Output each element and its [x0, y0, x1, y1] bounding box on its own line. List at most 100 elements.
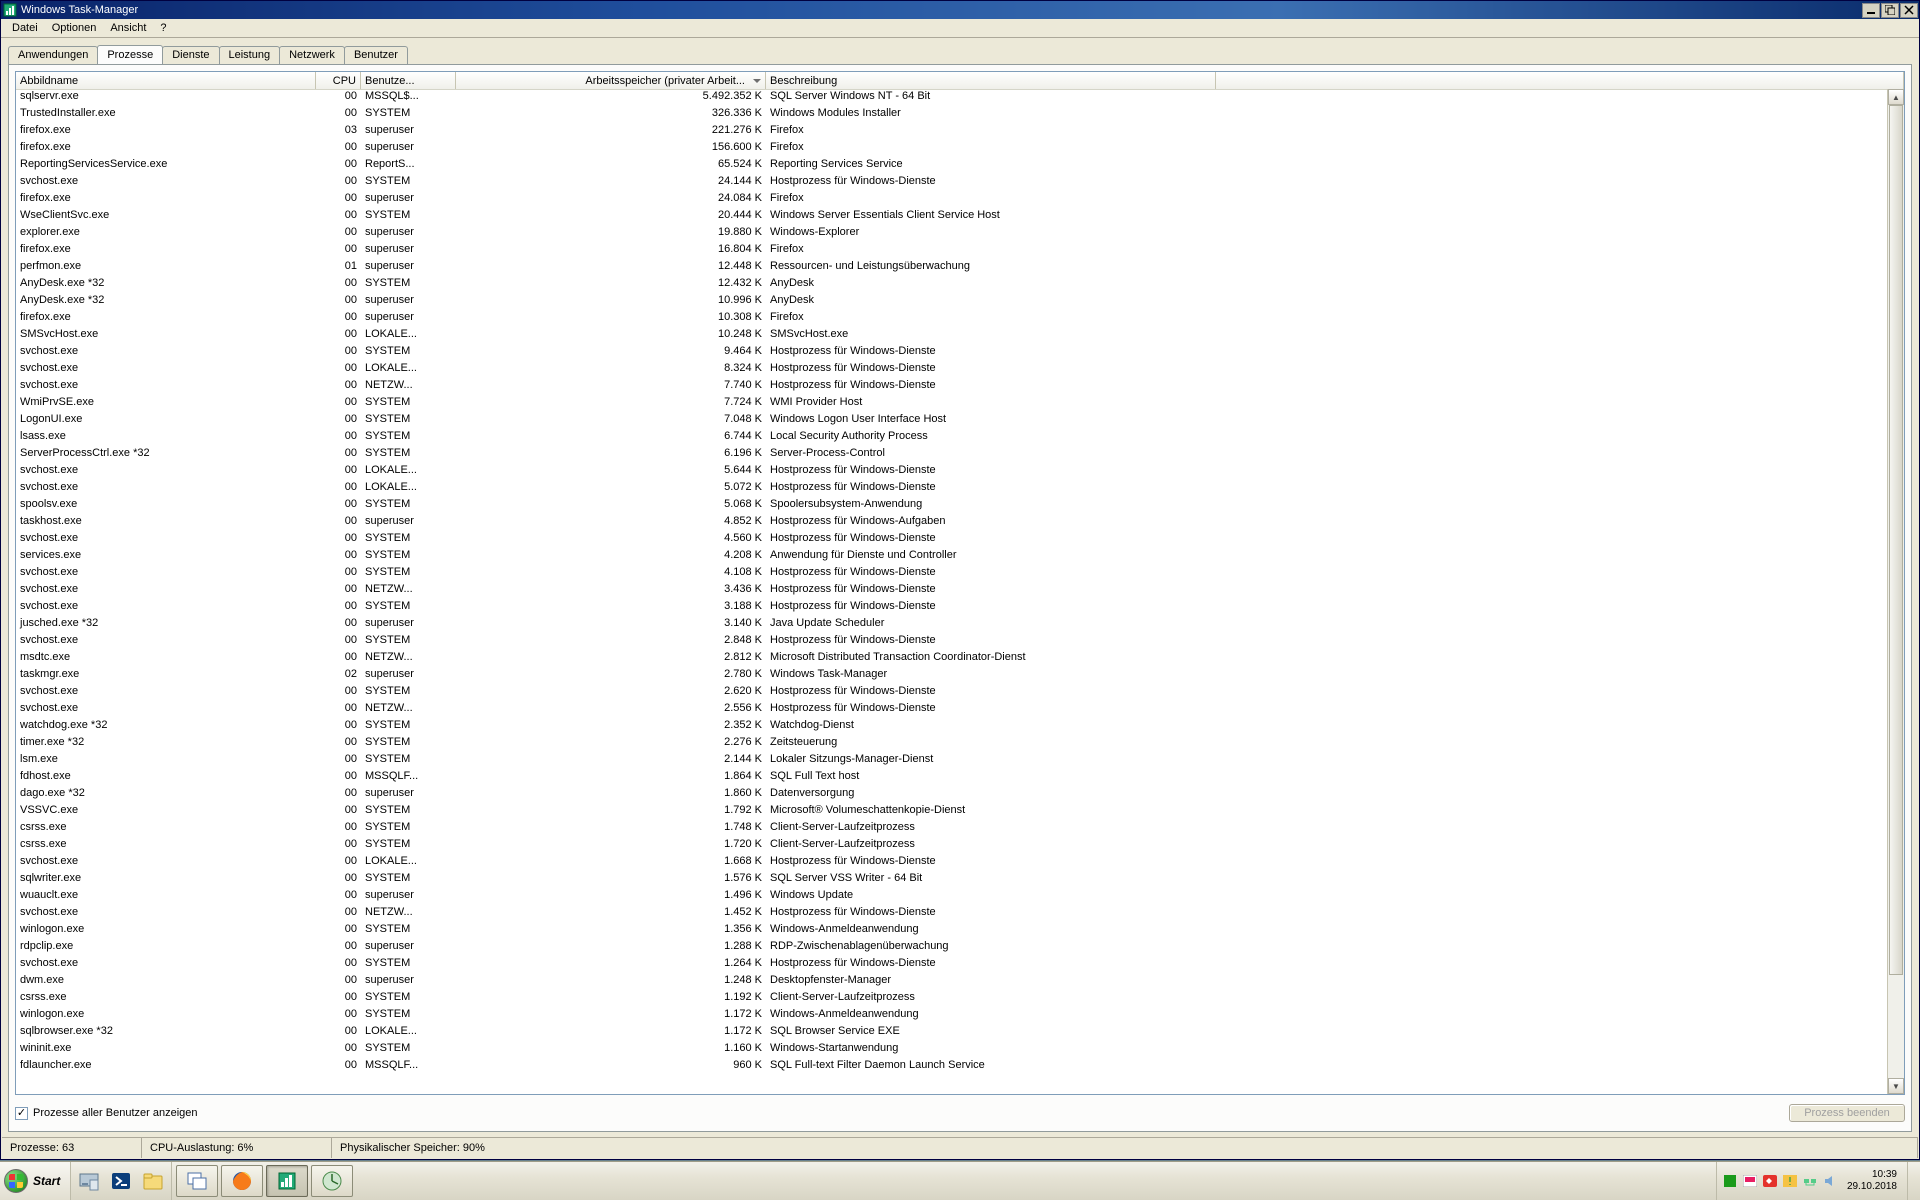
menu-options[interactable]: Optionen — [45, 21, 104, 35]
close-button[interactable] — [1900, 3, 1918, 18]
table-row[interactable]: svchost.exe00LOKALE...5.072 KHostprozess… — [16, 480, 1888, 497]
table-row[interactable]: svchost.exe00LOKALE...1.668 KHostprozess… — [16, 854, 1888, 871]
table-row[interactable]: LogonUI.exe00SYSTEM7.048 KWindows Logon … — [16, 412, 1888, 429]
table-row[interactable]: firefox.exe00superuser16.804 KFirefox — [16, 242, 1888, 259]
table-row[interactable]: svchost.exe00SYSTEM4.108 KHostprozess fü… — [16, 565, 1888, 582]
table-row[interactable]: firefox.exe00superuser156.600 KFirefox — [16, 140, 1888, 157]
table-row[interactable]: svchost.exe00NETZW...1.452 KHostprozess … — [16, 905, 1888, 922]
table-row[interactable]: spoolsv.exe00SYSTEM5.068 KSpoolersubsyst… — [16, 497, 1888, 514]
table-row[interactable]: svchost.exe00SYSTEM2.620 KHostprozess fü… — [16, 684, 1888, 701]
table-row[interactable]: lsm.exe00SYSTEM2.144 KLokaler Sitzungs-M… — [16, 752, 1888, 769]
table-row[interactable]: svchost.exe00NETZW...7.740 KHostprozess … — [16, 378, 1888, 395]
table-row[interactable]: wininit.exe00SYSTEM1.160 KWindows-Starta… — [16, 1041, 1888, 1058]
start-button[interactable]: Start — [0, 1162, 71, 1200]
table-row[interactable]: sqlbrowser.exe *3200LOKALE...1.172 KSQL … — [16, 1024, 1888, 1041]
table-row[interactable]: taskmgr.exe02superuser2.780 KWindows Tas… — [16, 667, 1888, 684]
table-row[interactable]: svchost.exe00SYSTEM24.144 KHostprozess f… — [16, 174, 1888, 191]
table-row[interactable]: winlogon.exe00SYSTEM1.172 KWindows-Anmel… — [16, 1007, 1888, 1024]
tab-netzwerk[interactable]: Netzwerk — [279, 46, 345, 65]
table-row[interactable]: svchost.exe00LOKALE...5.644 KHostprozess… — [16, 463, 1888, 480]
menu-help[interactable]: ? — [153, 21, 173, 35]
table-row[interactable]: ReportingServicesService.exe00ReportS...… — [16, 157, 1888, 174]
process-list[interactable]: Abbildname CPU Benutze... Arbeitsspeiche… — [15, 71, 1905, 1095]
table-row[interactable]: dago.exe *3200superuser1.860 KDatenverso… — [16, 786, 1888, 803]
title-bar[interactable]: Windows Task-Manager — [1, 1, 1919, 19]
scroll-up-button[interactable]: ▲ — [1888, 89, 1904, 105]
table-row[interactable]: taskhost.exe00superuser4.852 KHostprozes… — [16, 514, 1888, 531]
table-row[interactable]: rdpclip.exe00superuser1.288 KRDP-Zwische… — [16, 939, 1888, 956]
col-name[interactable]: Abbildname — [16, 72, 316, 89]
col-cpu[interactable]: CPU — [316, 72, 361, 89]
table-row[interactable]: svchost.exe00LOKALE...8.324 KHostprozess… — [16, 361, 1888, 378]
col-description[interactable]: Beschreibung — [766, 72, 1216, 89]
table-row[interactable]: winlogon.exe00SYSTEM1.356 KWindows-Anmel… — [16, 922, 1888, 939]
table-row[interactable]: msdtc.exe00NETZW...2.812 KMicrosoft Dist… — [16, 650, 1888, 667]
table-row[interactable]: ServerProcessCtrl.exe *3200SYSTEM6.196 K… — [16, 446, 1888, 463]
col-memory[interactable]: Arbeitsspeicher (privater Arbeit... — [456, 72, 766, 89]
table-row[interactable]: firefox.exe03superuser221.276 KFirefox — [16, 123, 1888, 140]
table-row[interactable]: perfmon.exe01superuser12.448 KRessourcen… — [16, 259, 1888, 276]
table-row[interactable]: AnyDesk.exe *3200SYSTEM12.432 KAnyDesk — [16, 276, 1888, 293]
table-row[interactable]: AnyDesk.exe *3200superuser10.996 KAnyDes… — [16, 293, 1888, 310]
show-all-users-checkbox[interactable]: ✓ Prozesse aller Benutzer anzeigen — [15, 1107, 197, 1120]
table-row[interactable]: TrustedInstaller.exe00SYSTEM326.336 KWin… — [16, 106, 1888, 123]
table-row[interactable]: firefox.exe00superuser10.308 KFirefox — [16, 310, 1888, 327]
tab-leistung[interactable]: Leistung — [219, 46, 281, 65]
tab-dienste[interactable]: Dienste — [162, 46, 219, 65]
table-row[interactable]: jusched.exe *3200superuser3.140 KJava Up… — [16, 616, 1888, 633]
quick-launch-server-manager[interactable] — [75, 1166, 103, 1196]
scroll-down-button[interactable]: ▼ — [1888, 1078, 1904, 1094]
table-row[interactable]: WseClientSvc.exe00SYSTEM20.444 KWindows … — [16, 208, 1888, 225]
table-row[interactable]: services.exe00SYSTEM4.208 KAnwendung für… — [16, 548, 1888, 565]
tray-flag-icon[interactable] — [1743, 1174, 1757, 1188]
table-row[interactable]: svchost.exe00NETZW...2.556 KHostprozess … — [16, 701, 1888, 718]
table-row[interactable]: dwm.exe00superuser1.248 KDesktopfenster-… — [16, 973, 1888, 990]
tray-volume-icon[interactable] — [1823, 1174, 1837, 1188]
table-row[interactable]: firefox.exe00superuser24.084 KFirefox — [16, 191, 1888, 208]
maximize-button[interactable] — [1881, 3, 1899, 18]
tray-update-icon[interactable] — [1783, 1174, 1797, 1188]
menu-view[interactable]: Ansicht — [103, 21, 153, 35]
table-row[interactable]: sqlservr.exe00MSSQL$...5.492.352 KSQL Se… — [16, 89, 1888, 106]
table-row[interactable]: lsass.exe00SYSTEM6.744 KLocal Security A… — [16, 429, 1888, 446]
quick-launch-powershell[interactable] — [107, 1166, 135, 1196]
list-body[interactable]: sqlservr.exe00MSSQL$...5.492.352 KSQL Se… — [16, 89, 1888, 1094]
menu-file[interactable]: Datei — [5, 21, 45, 35]
task-perfmon[interactable] — [311, 1165, 353, 1197]
task-firefox[interactable] — [221, 1165, 263, 1197]
table-row[interactable]: sqlwriter.exe00SYSTEM1.576 KSQL Server V… — [16, 871, 1888, 888]
table-row[interactable]: VSSVC.exe00SYSTEM1.792 KMicrosoft® Volum… — [16, 803, 1888, 820]
table-row[interactable]: csrss.exe00SYSTEM1.748 KClient-Server-La… — [16, 820, 1888, 837]
tray-network-icon[interactable] — [1803, 1174, 1817, 1188]
table-row[interactable]: WmiPrvSE.exe00SYSTEM7.724 KWMI Provider … — [16, 395, 1888, 412]
tab-anwendungen[interactable]: Anwendungen — [8, 46, 98, 65]
tab-prozesse[interactable]: Prozesse — [97, 45, 163, 64]
end-process-button[interactable]: Prozess beenden — [1789, 1104, 1905, 1122]
table-row[interactable]: svchost.exe00SYSTEM9.464 KHostprozess fü… — [16, 344, 1888, 361]
task-taskmanager[interactable] — [266, 1165, 308, 1197]
tray-anydesk-icon[interactable] — [1763, 1174, 1777, 1188]
clock[interactable]: 10:39 29.10.2018 — [1843, 1169, 1901, 1193]
table-row[interactable]: svchost.exe00SYSTEM4.560 KHostprozess fü… — [16, 531, 1888, 548]
minimize-button[interactable] — [1862, 3, 1880, 18]
table-row[interactable]: fdhost.exe00MSSQLF...1.864 KSQL Full Tex… — [16, 769, 1888, 786]
table-row[interactable]: wuauclt.exe00superuser1.496 KWindows Upd… — [16, 888, 1888, 905]
table-row[interactable]: svchost.exe00NETZW...3.436 KHostprozess … — [16, 582, 1888, 599]
scroll-thumb[interactable] — [1889, 105, 1903, 975]
table-row[interactable]: svchost.exe00SYSTEM2.848 KHostprozess fü… — [16, 633, 1888, 650]
table-row[interactable]: csrss.exe00SYSTEM1.192 KClient-Server-La… — [16, 990, 1888, 1007]
tab-benutzer[interactable]: Benutzer — [344, 46, 408, 65]
table-row[interactable]: svchost.exe00SYSTEM3.188 KHostprozess fü… — [16, 599, 1888, 616]
quick-launch-explorer[interactable] — [139, 1166, 167, 1196]
table-row[interactable]: explorer.exe00superuser19.880 KWindows-E… — [16, 225, 1888, 242]
table-row[interactable]: timer.exe *3200SYSTEM2.276 KZeitsteuerun… — [16, 735, 1888, 752]
tray-icon-1[interactable] — [1723, 1174, 1737, 1188]
show-desktop-button[interactable] — [1907, 1162, 1920, 1200]
table-row[interactable]: svchost.exe00SYSTEM1.264 KHostprozess fü… — [16, 956, 1888, 973]
task-window-1[interactable] — [176, 1165, 218, 1197]
vertical-scrollbar[interactable]: ▲ ▼ — [1887, 89, 1904, 1094]
col-user[interactable]: Benutze... — [361, 72, 456, 89]
table-row[interactable]: csrss.exe00SYSTEM1.720 KClient-Server-La… — [16, 837, 1888, 854]
table-row[interactable]: SMSvcHost.exe00LOKALE...10.248 KSMSvcHos… — [16, 327, 1888, 344]
table-row[interactable]: fdlauncher.exe00MSSQLF...960 KSQL Full-t… — [16, 1058, 1888, 1075]
